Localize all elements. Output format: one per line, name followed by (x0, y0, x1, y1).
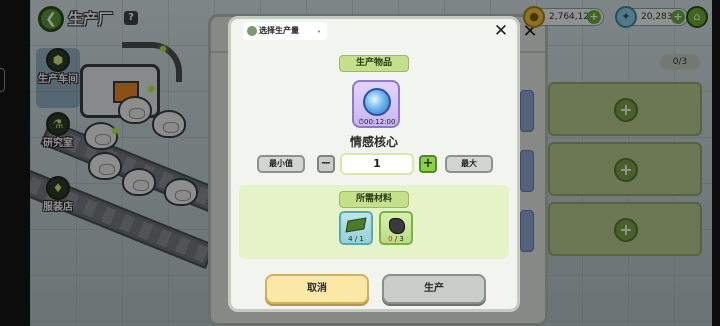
materials-section-label: 所需材料 (339, 191, 409, 208)
material-have: 0 (388, 235, 393, 243)
cancel-button[interactable]: 取消 (265, 274, 369, 304)
screen-bezel-left (0, 0, 30, 326)
product-name: 情感核心 (349, 135, 398, 149)
material-need: 1 (359, 235, 364, 243)
game-scene: ✕ 列表 0/3 + + + ❮ 生产厂 ? ⬢ 生产车间 ⚗ 研究室 ♦ 服装… (30, 0, 712, 326)
tab-icon (247, 26, 257, 36)
decrease-button[interactable]: − (317, 155, 335, 173)
emotion-core-icon (363, 88, 391, 116)
quantity-input[interactable]: 1 (340, 153, 414, 175)
tab-dot-icon: • (317, 28, 322, 36)
material-slot[interactable]: 0 / 3 (379, 211, 413, 245)
material-have: 4 (348, 235, 353, 243)
camera-notch (0, 68, 5, 92)
production-time: ⏱00:12:00 (358, 118, 396, 126)
product-section-label: 生产物品 (339, 55, 409, 72)
production-time-value: 00:12:00 (364, 118, 396, 126)
green-material-icon (345, 217, 367, 233)
dialog-tab-label: 选择生产量 (259, 26, 299, 35)
material-count: 4 / 1 (348, 235, 364, 243)
close-icon[interactable]: ✕ (491, 21, 511, 41)
materials-box: 所需材料 4 / 1 0 / 3 (239, 185, 509, 259)
material-count: 0 / 3 (388, 235, 404, 243)
screen-bezel-right (712, 0, 720, 326)
quantity-row: 最小值 − 1 + 最大 (231, 152, 517, 176)
dark-ore-icon (389, 218, 405, 234)
product-item-tile: ⏱00:12:00 (352, 80, 400, 128)
production-quantity-dialog: 选择生产量 • ✕ 生产物品 ⏱00:12:00 情感核心 最小值 − 1 + … (228, 16, 520, 312)
min-button[interactable]: 最小值 (257, 155, 305, 173)
dialog-tab: 选择生产量 (243, 22, 327, 40)
produce-button[interactable]: 生产 (382, 274, 486, 304)
material-need: 3 (399, 235, 404, 243)
increase-button[interactable]: + (419, 155, 437, 173)
material-slot[interactable]: 4 / 1 (339, 211, 373, 245)
max-button[interactable]: 最大 (445, 155, 493, 173)
